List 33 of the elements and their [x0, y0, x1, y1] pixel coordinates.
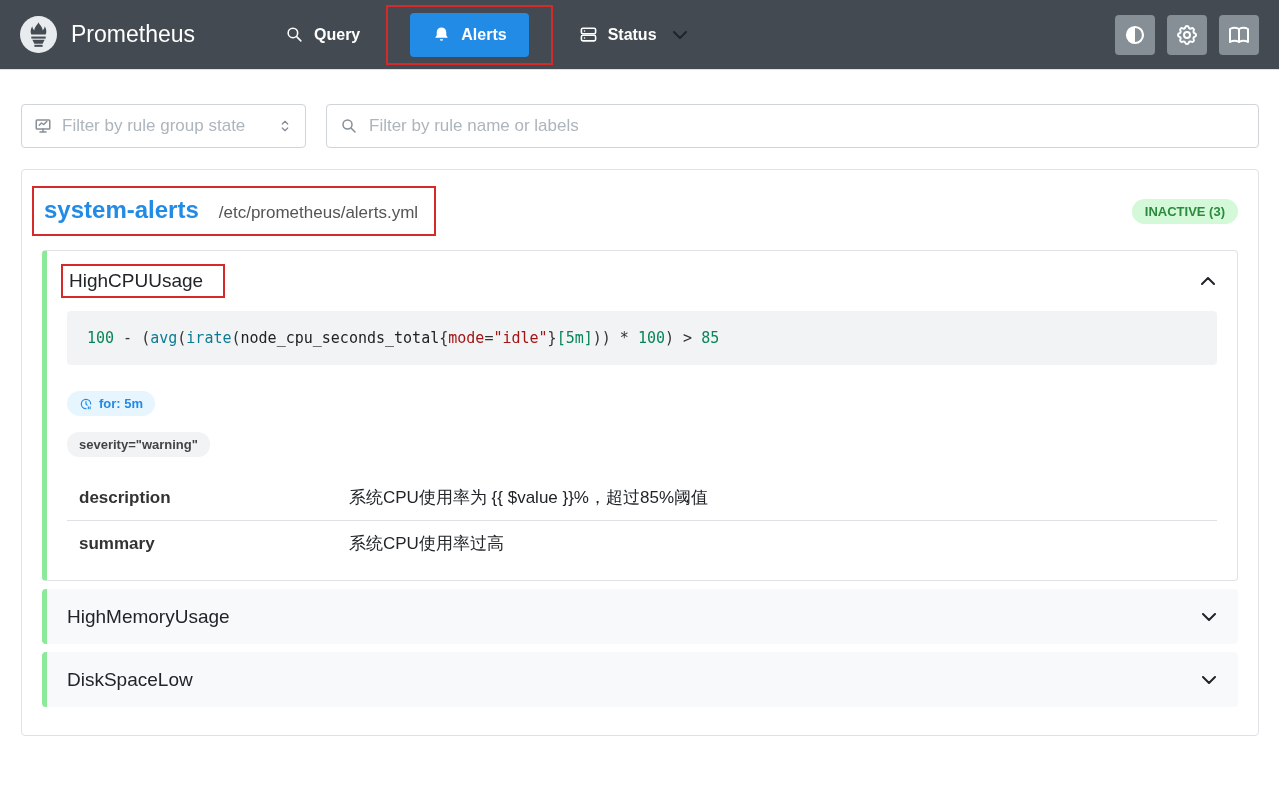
- nav-tab[interactable]: Query: [265, 4, 381, 65]
- nav-tab[interactable]: Alerts: [386, 4, 553, 65]
- duration-text: for: 5m: [99, 396, 144, 411]
- flame-logo-icon: [20, 16, 57, 53]
- search-icon: [285, 25, 304, 44]
- theme-toggle-button[interactable]: [1115, 14, 1155, 55]
- status-badge: INACTIVE (3): [1131, 198, 1238, 224]
- rule-name[interactable]: HighCPUUsage: [61, 264, 226, 298]
- settings-button[interactable]: [1167, 14, 1207, 55]
- rule-name[interactable]: DiskSpaceLow: [61, 664, 213, 695]
- annotation-value: 系统CPU使用率过高: [349, 533, 504, 555]
- file-path: /etc/prometheus/alerts.yml: [218, 203, 419, 223]
- search-icon: [340, 117, 358, 135]
- group-name[interactable]: system-alerts: [44, 196, 199, 224]
- annotation-key: description: [79, 487, 349, 508]
- brand-title: Prometheus: [71, 21, 195, 48]
- chevron-down-icon: [1202, 612, 1216, 621]
- rule-name[interactable]: HighMemoryUsage: [61, 601, 250, 632]
- chevron-down-icon: [1202, 675, 1216, 684]
- chevron-down-icon: [672, 30, 687, 39]
- search-field[interactable]: Filter by rule name or labels: [326, 104, 1259, 148]
- server-icon: [578, 25, 598, 44]
- select-placeholder: Filter by rule group state: [62, 116, 246, 136]
- monitor-icon: [34, 117, 52, 135]
- label-tag: severity="warning": [67, 432, 210, 457]
- annotation-key: summary: [79, 533, 349, 554]
- annotation-value: 系统CPU使用率为 {{ $value }}%，超过85%阈值: [349, 487, 708, 509]
- documentation-button[interactable]: [1219, 14, 1259, 55]
- expression-code: 100 - (avg(irate(node_cpu_seconds_total{mode="idle"}[5m])) * 100) > 85: [67, 311, 1217, 365]
- chevron-up-icon: [1201, 277, 1215, 285]
- nav-tab[interactable]: Status: [558, 4, 707, 65]
- settings-icon: [1175, 22, 1199, 47]
- clock-icon: [79, 396, 93, 411]
